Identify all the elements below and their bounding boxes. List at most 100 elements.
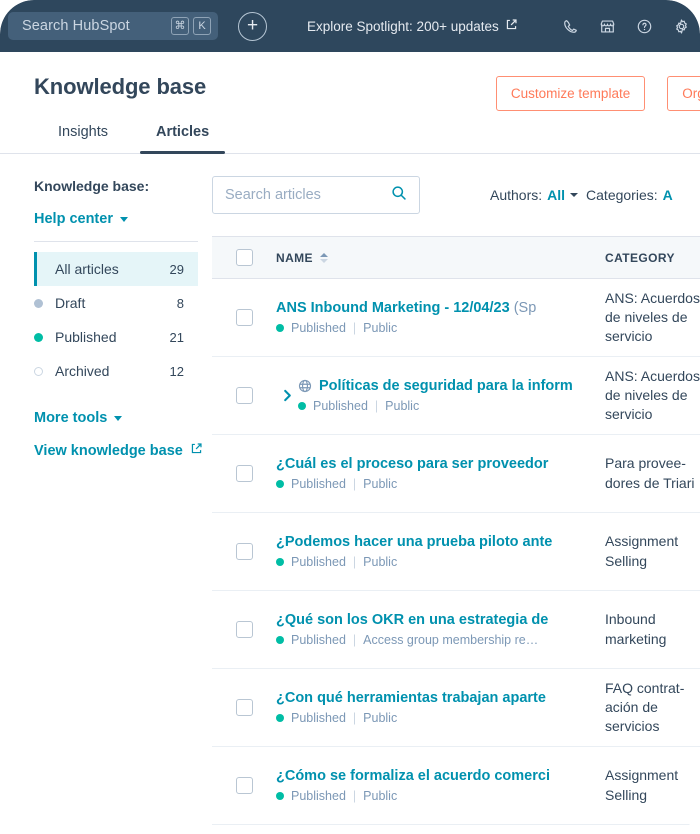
row-checkbox-cell[interactable]	[212, 621, 276, 638]
main-content: Search articles Authors: All Categories:…	[212, 154, 700, 834]
row-status-label: Published	[291, 477, 346, 491]
published-status-dot-icon	[298, 402, 306, 410]
knowledge-base-selected-label: Help center	[34, 211, 113, 227]
nav-icon-group	[562, 18, 690, 35]
row-checkbox-cell[interactable]	[212, 387, 276, 404]
more-tools-label: More tools	[34, 410, 108, 426]
organize-button[interactable]: Organize	[667, 76, 700, 111]
body-container: Knowledge base: Help center All articles…	[0, 154, 700, 834]
row-status-line: Published | Public	[276, 555, 605, 569]
sidebar-item-archived[interactable]: Archived 12	[34, 354, 198, 388]
global-search-input[interactable]: Search HubSpot ⌘ K	[8, 12, 218, 40]
row-checkbox[interactable]	[235, 543, 253, 560]
sidebar-nav-list: All articles 29 Draft 8 Published 21 Arc…	[34, 252, 212, 388]
row-category-label: Para provee-dores de Triari	[605, 455, 695, 491]
table-row[interactable]: ¿Podemos hacer una prueba piloto antе Pu…	[212, 513, 700, 591]
sidebar-item-count: 12	[169, 363, 184, 379]
categories-filter[interactable]: Categories: A	[586, 187, 673, 203]
separator: |	[352, 633, 357, 647]
separator: |	[352, 711, 357, 725]
row-checkbox-cell[interactable]	[212, 465, 276, 482]
published-status-dot-icon	[276, 324, 284, 332]
sidebar-item-published[interactable]: Published 21	[34, 320, 198, 354]
row-title-line: ¿Cuál es el proceso para ser proveedor	[276, 456, 605, 472]
row-checkbox-cell[interactable]	[212, 777, 276, 794]
row-checkbox-cell[interactable]	[212, 699, 276, 716]
authors-filter-label: Authors:	[490, 187, 543, 203]
table-row[interactable]: ¿Cómo se formaliza el acuerdo comerci Pu…	[212, 747, 700, 825]
select-all-checkbox[interactable]	[235, 249, 253, 266]
row-checkbox[interactable]	[235, 465, 253, 482]
column-header-name[interactable]: NAME	[276, 251, 605, 265]
sidebar-divider	[34, 241, 198, 242]
row-checkbox[interactable]	[235, 387, 253, 404]
article-title-link[interactable]: ¿Con qué herramientas trabajan apartе	[276, 690, 546, 706]
row-status-label: Published	[291, 711, 346, 725]
table-row[interactable]: ANS Inbound Marketing - 12/04/23 (Sp Pub…	[212, 279, 700, 357]
row-category-label: ANS: Acuerdos de niveles de servicio	[605, 289, 700, 345]
external-link-icon	[505, 18, 518, 34]
sidebar-item-all-articles[interactable]: All articles 29	[34, 252, 198, 286]
article-title-link[interactable]: ANS Inbound Marketing - 12/04/23 (Sp	[276, 300, 536, 316]
row-name-block: ANS Inbound Marketing - 12/04/23 (Sp Pub…	[276, 300, 605, 335]
help-icon[interactable]	[636, 18, 653, 35]
sort-icon[interactable]	[319, 252, 328, 263]
row-checkbox-cell[interactable]	[212, 309, 276, 326]
row-name-block: Políticas de seguridad para la inform Pu…	[298, 378, 605, 413]
phone-icon[interactable]	[562, 18, 579, 35]
tab-insights[interactable]: Insights	[34, 118, 132, 154]
view-knowledge-base-link[interactable]: View knowledge base	[34, 442, 212, 459]
column-header-category[interactable]: CATEGORY	[605, 249, 700, 267]
knowledge-base-label: Knowledge base:	[34, 178, 150, 194]
create-new-button[interactable]: +	[238, 11, 267, 41]
sort-ascending-icon	[319, 252, 328, 257]
tab-articles[interactable]: Articles	[132, 118, 233, 154]
expand-row-chevron-right-icon[interactable]	[276, 388, 298, 403]
row-category-cell: Para provee-dores de Triari	[605, 454, 700, 493]
spotlight-link[interactable]: Explore Spotlight: 200+ updates	[307, 18, 518, 34]
separator: |	[352, 555, 357, 569]
archived-status-dot-icon	[34, 366, 43, 376]
sort-descending-icon	[319, 258, 328, 263]
row-checkbox-cell[interactable]	[212, 543, 276, 560]
articles-table: NAME CATEGORY ANS Inbound Marketing - 12…	[212, 236, 700, 834]
row-checkbox[interactable]	[235, 309, 253, 326]
table-row[interactable]: ¿Con qué herramientas trabajan apartе Pu…	[212, 669, 700, 747]
search-icon[interactable]	[391, 185, 407, 206]
row-name-cell: ANS Inbound Marketing - 12/04/23 (Sp Pub…	[276, 300, 605, 335]
marketplace-icon[interactable]	[599, 18, 616, 35]
customize-template-button[interactable]: Customize template	[495, 76, 646, 111]
table-row[interactable]: Políticas de seguridad para la inform Pu…	[212, 357, 700, 435]
row-name-block: ¿Cuál es el proceso para ser proveedor P…	[276, 456, 605, 491]
settings-icon[interactable]	[673, 18, 690, 35]
article-title-link[interactable]: ¿Cómo se formaliza el acuerdo comerci	[276, 768, 550, 784]
sidebar-item-draft[interactable]: Draft 8	[34, 286, 198, 320]
row-category-cell: Assignment Selling	[605, 532, 700, 571]
article-title-link[interactable]: ¿Cuál es el proceso para ser proveedor	[276, 456, 548, 472]
categories-filter-label: Categories:	[586, 187, 658, 203]
knowledge-base-selector[interactable]: Help center	[34, 211, 212, 227]
table-row-partial[interactable]	[212, 825, 700, 834]
article-title-link[interactable]: ¿Qué son los OKR en una estrategia de	[276, 612, 548, 628]
authors-filter[interactable]: Authors: All	[490, 187, 579, 203]
select-all-checkbox-cell[interactable]	[212, 249, 276, 266]
chevron-down-icon	[570, 193, 579, 197]
page-header: Knowledge base Customize template Organi…	[0, 52, 700, 154]
table-row[interactable]: ¿Qué son los OKR en una estrategia de Pu…	[212, 591, 700, 669]
more-tools-link[interactable]: More tools	[34, 410, 212, 426]
sidebar: Knowledge base: Help center All articles…	[0, 154, 212, 794]
row-visibility-label: Public	[363, 711, 398, 725]
article-title-link[interactable]: ¿Podemos hacer una prueba piloto antе	[276, 534, 552, 550]
search-articles-input[interactable]: Search articles	[212, 176, 420, 214]
translation-globe-icon	[298, 379, 312, 393]
row-checkbox[interactable]	[235, 699, 253, 716]
row-checkbox[interactable]	[235, 777, 253, 794]
row-name-block: ¿Cómo se formaliza el acuerdo comerci Pu…	[276, 768, 605, 803]
row-checkbox[interactable]	[235, 621, 253, 638]
article-title-link[interactable]: Políticas de seguridad para la inform	[319, 378, 573, 394]
row-title-line: ¿Podemos hacer una prueba piloto antе	[276, 534, 605, 550]
table-row[interactable]: ¿Cuál es el proceso para ser proveedor P…	[212, 435, 700, 513]
authors-filter-value: All	[547, 187, 566, 203]
sidebar-item-label: Archived	[55, 363, 110, 379]
view-knowledge-base-label: View knowledge base	[34, 442, 183, 459]
